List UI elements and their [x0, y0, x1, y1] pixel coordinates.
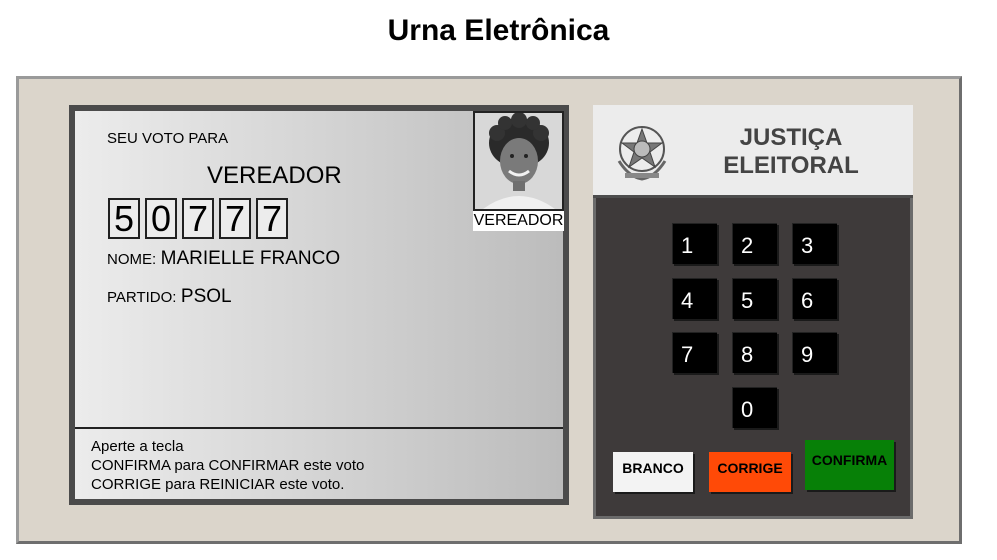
correct-button[interactable]: CORRIGE: [709, 452, 791, 492]
brand-header: JUSTIÇA ELEITORAL: [593, 105, 913, 198]
control-panel: JUSTIÇA ELEITORAL 1 2 3 4 5 6 7 8 9 0 BR…: [593, 105, 913, 519]
key-9[interactable]: 9: [792, 332, 837, 373]
key-6[interactable]: 6: [792, 278, 837, 319]
candidate-portrait-icon: [475, 113, 562, 209]
candidate-name-row: NOME: MARIELLE FRANCO: [107, 248, 340, 270]
keypad: 1 2 3 4 5 6 7 8 9 0 BRANCO CORRIGE CONFI…: [593, 198, 913, 519]
page-title: Urna Eletrônica: [387, 14, 610, 47]
name-label: NOME:: [107, 251, 157, 268]
key-8[interactable]: 8: [732, 332, 777, 373]
instruction-line: CORRIGE para REINICIAR este voto.: [91, 476, 345, 493]
key-3[interactable]: 3: [792, 223, 837, 264]
brand-title: JUSTIÇA ELEITORAL: [701, 124, 881, 180]
office-title: VEREADOR: [207, 162, 342, 189]
blank-vote-button[interactable]: BRANCO: [613, 452, 693, 492]
candidate-number: 5 0 7 7 7: [108, 198, 288, 239]
photo-caption: VEREADOR: [473, 211, 564, 231]
candidate-name: MARIELLE FRANCO: [160, 248, 341, 269]
digit-box: 7: [256, 198, 288, 239]
voting-screen: SEU VOTO PARA VEREADOR 5 0 7 7 7 NOME: M…: [69, 105, 569, 505]
instruction-line: CONFIRMA para CONFIRMAR este voto: [91, 457, 365, 474]
digit-box: 7: [219, 198, 251, 239]
digit-box: 5: [108, 198, 140, 239]
candidate-photo: [473, 111, 564, 211]
coat-of-arms-icon: [617, 126, 667, 181]
candidate-party-row: PARTIDO: PSOL: [107, 286, 232, 308]
brand-line: ELEITORAL: [723, 152, 859, 179]
vote-for-label: SEU VOTO PARA: [107, 130, 229, 147]
party-label: PARTIDO:: [107, 289, 177, 306]
instruction-line: Aperte a tecla: [91, 438, 184, 455]
digit-box: 0: [145, 198, 177, 239]
candidate-party: PSOL: [180, 286, 232, 307]
key-2[interactable]: 2: [732, 223, 777, 264]
instructions: Aperte a tecla CONFIRMA para CONFIRMAR e…: [75, 427, 563, 499]
key-4[interactable]: 4: [672, 278, 717, 319]
voting-machine: SEU VOTO PARA VEREADOR 5 0 7 7 7 NOME: M…: [16, 76, 962, 544]
key-1[interactable]: 1: [672, 223, 717, 264]
key-5[interactable]: 5: [732, 278, 777, 319]
key-0[interactable]: 0: [732, 387, 777, 428]
confirm-button[interactable]: CONFIRMA: [805, 440, 894, 490]
screen-display: SEU VOTO PARA VEREADOR 5 0 7 7 7 NOME: M…: [75, 111, 564, 499]
digit-box: 7: [182, 198, 214, 239]
brand-line: JUSTIÇA: [739, 124, 843, 151]
key-7[interactable]: 7: [672, 332, 717, 373]
